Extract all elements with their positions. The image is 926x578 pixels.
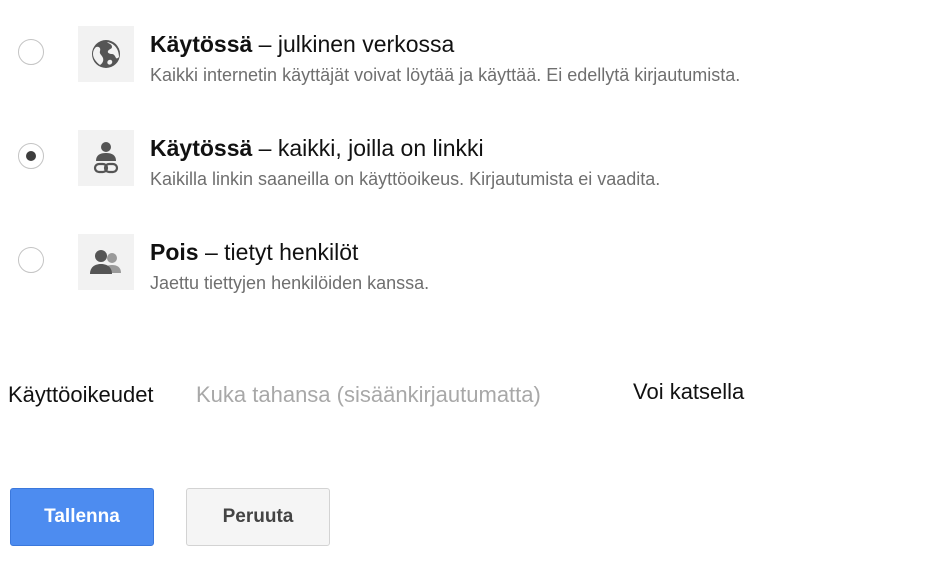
option-title: Käytössä – kaikki, joilla on linkki	[150, 134, 484, 162]
option-description: Jaettu tiettyjen henkilöiden kanssa.	[150, 273, 430, 293]
access-label: Käyttöoikeudet	[8, 382, 154, 407]
option-specific-people[interactable]: Pois – tietyt henkilöt Jaettu tiettyjen …	[0, 234, 926, 294]
access-level-dropdown[interactable]: Voi katsella	[633, 377, 744, 407]
radio-specific-people[interactable]	[18, 247, 44, 273]
option-title-rest: – julkinen verkossa	[252, 31, 455, 57]
option-title: Pois – tietyt henkilöt	[150, 238, 358, 266]
option-public-on-web[interactable]: Käytössä – julkinen verkossa Kaikki inte…	[0, 26, 926, 86]
person-link-icon	[78, 130, 134, 186]
option-title: Käytössä – julkinen verkossa	[150, 30, 454, 58]
globe-icon	[78, 26, 134, 82]
option-title-rest: – tietyt henkilöt	[198, 239, 359, 265]
sharing-settings-dialog: Käytössä – julkinen verkossa Kaikki inte…	[0, 0, 926, 578]
radio-anyone-with-link[interactable]	[18, 143, 44, 169]
option-title-bold: Käytössä	[150, 135, 253, 161]
cancel-button[interactable]: Peruuta	[186, 488, 330, 546]
radio-public-on-web[interactable]	[18, 39, 44, 65]
option-description: Kaikilla linkin saaneilla on käyttöoikeu…	[150, 169, 661, 189]
option-title-bold: Pois	[150, 239, 199, 265]
people-icon	[78, 234, 134, 290]
option-title-bold: Käytössä	[150, 31, 253, 57]
option-description: Kaikki internetin käyttäjät voivat löytä…	[150, 65, 741, 85]
option-anyone-with-link[interactable]: Käytössä – kaikki, joilla on linkki Kaik…	[0, 130, 926, 190]
access-who: Kuka tahansa (sisäänkirjautumatta)	[196, 382, 541, 407]
access-row: Käyttöoikeudet Kuka tahansa (sisäänkirja…	[8, 377, 908, 410]
save-button[interactable]: Tallenna	[10, 488, 154, 546]
option-title-rest: – kaikki, joilla on linkki	[252, 135, 484, 161]
